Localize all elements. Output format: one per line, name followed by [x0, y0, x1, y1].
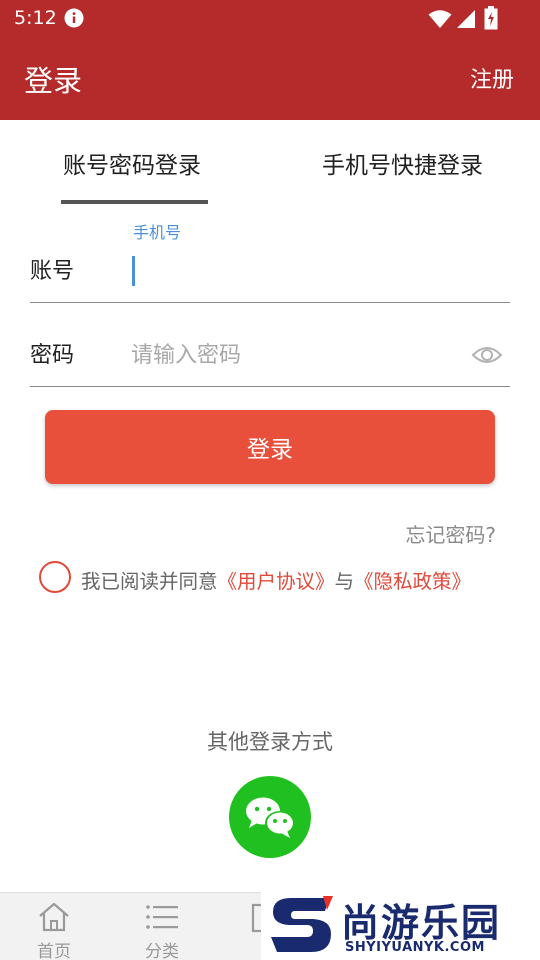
other-login-title: 其他登录方式	[207, 730, 333, 754]
wifi-icon	[428, 10, 452, 28]
privacy-policy-link[interactable]: 《隐私政策》	[354, 570, 471, 593]
account-underline	[30, 302, 510, 303]
account-label: 账号	[30, 259, 75, 284]
app-bar: 登录 注册	[0, 38, 540, 120]
status-time: 5:12	[14, 7, 57, 29]
agreement-conjunction: 与	[334, 570, 355, 593]
user-agreement-link[interactable]: 《用户协议》	[218, 570, 335, 593]
menu-icon	[146, 905, 178, 929]
register-button[interactable]: 注册	[470, 62, 514, 94]
page-title: 登录	[24, 64, 83, 98]
signal-icon	[457, 10, 475, 28]
wechat-icon	[246, 797, 295, 838]
nav-home[interactable]: 首页	[14, 893, 94, 960]
account-input[interactable]	[138, 252, 508, 290]
password-underline	[30, 386, 510, 387]
watermark: 尚游乐园 SHYIYUANYK.COM	[261, 892, 540, 960]
login-button[interactable]: 登录	[45, 410, 495, 484]
nav-category-label: 分类	[145, 942, 179, 960]
wechat-login-button[interactable]	[229, 776, 311, 858]
text-cursor	[132, 256, 135, 286]
nav-category[interactable]: 分类	[122, 893, 202, 960]
watermark-subtitle: SHYIYUANYK.COM	[345, 940, 485, 955]
password-label: 密码	[30, 343, 75, 368]
forgot-password-link[interactable]: 忘记密码?	[405, 519, 496, 548]
tab-phone-quick-login[interactable]: 手机号快捷登录	[322, 146, 483, 180]
watermark-title: 尚游乐园	[341, 901, 502, 945]
agreement-prefix: 我已阅读并同意	[81, 570, 218, 593]
tab-password-login[interactable]: 账号密码登录	[63, 146, 201, 180]
agreement-radio[interactable]	[39, 561, 71, 593]
watermark-logo-icon	[271, 896, 333, 952]
eye-icon[interactable]	[471, 341, 503, 369]
home-icon	[39, 902, 69, 932]
info-icon	[64, 8, 84, 28]
nav-home-label: 首页	[37, 942, 71, 960]
tab-indicator	[61, 200, 208, 204]
status-bar: 5:12	[0, 0, 540, 38]
agreement-text: 我已阅读并同意《用户协议》与《隐私政策》	[81, 565, 471, 594]
account-floating-hint: 手机号	[133, 223, 182, 242]
password-input[interactable]	[131, 336, 461, 374]
battery-icon	[484, 6, 498, 30]
